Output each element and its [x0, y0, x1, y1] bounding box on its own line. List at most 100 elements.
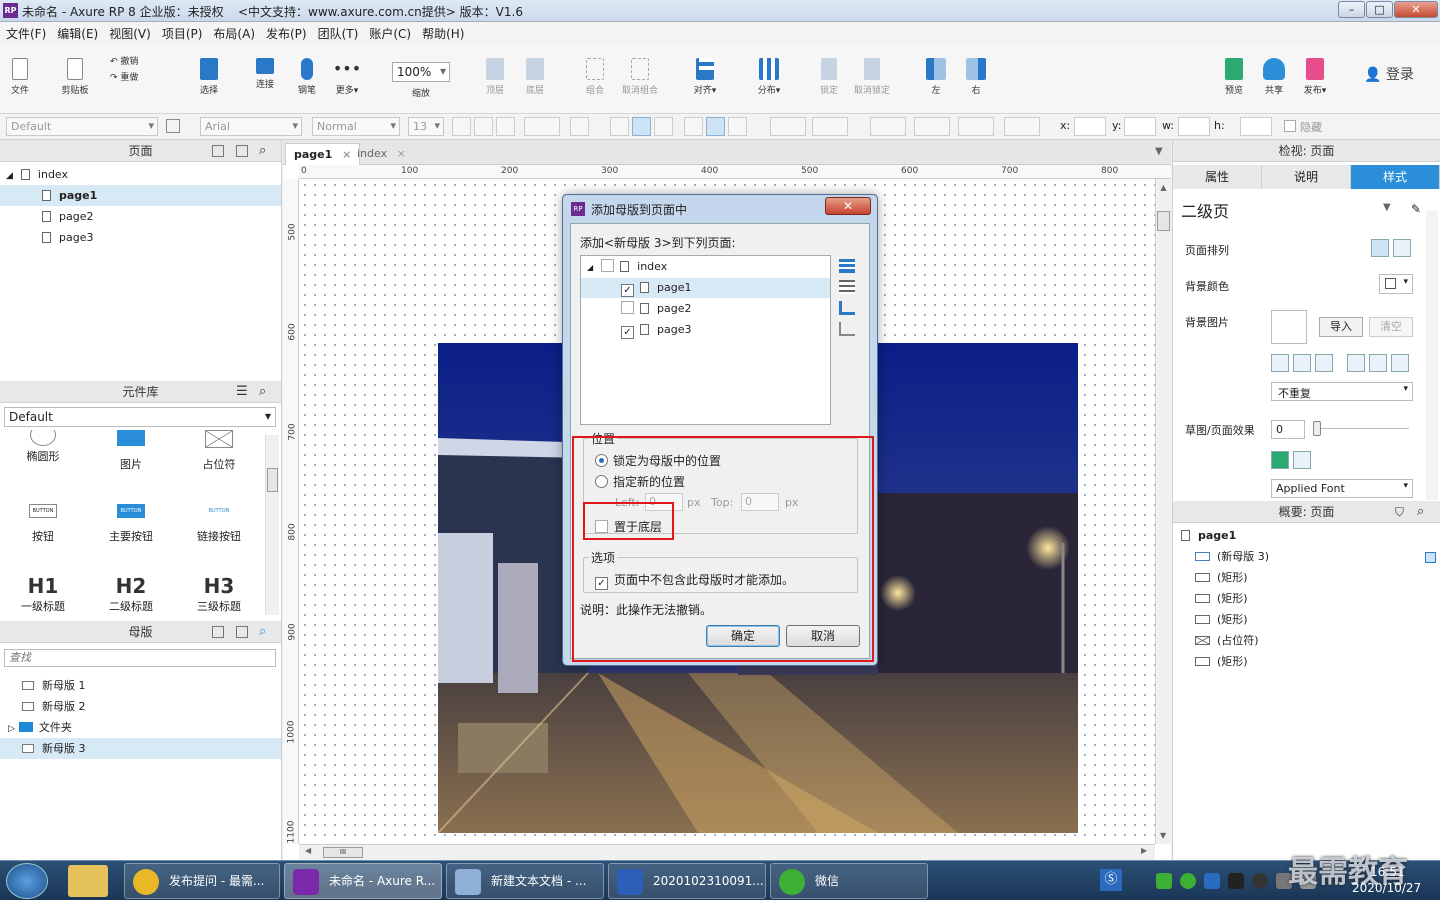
- connect-button[interactable]: 连接: [250, 58, 280, 90]
- canvas-vertical-scrollbar[interactable]: ▲ ▼: [1155, 179, 1171, 844]
- outline-item-placeholder[interactable]: (占位符): [1195, 631, 1259, 651]
- add-page-icon[interactable]: [212, 145, 224, 157]
- index-checkbox[interactable]: [601, 259, 615, 272]
- tray-wechat-icon[interactable]: [1180, 873, 1196, 889]
- align-page-center-button[interactable]: [1393, 239, 1411, 257]
- align-left-button[interactable]: [610, 117, 629, 136]
- menu-icon[interactable]: ☰: [236, 381, 248, 403]
- add-folder-icon[interactable]: [236, 145, 248, 157]
- unlock-button[interactable]: 取消锁定: [850, 58, 894, 96]
- menu-view[interactable]: 视图(V): [103, 22, 156, 42]
- weight-select[interactable]: Normal: [312, 117, 400, 136]
- tray-shield-icon[interactable]: [1204, 873, 1220, 889]
- valign-bottom-button[interactable]: [728, 117, 747, 136]
- img-align-left-button[interactable]: [1271, 354, 1289, 372]
- master-folder[interactable]: ▷ 文件夹: [0, 717, 281, 738]
- send-bottom-button[interactable]: 底层: [520, 58, 550, 96]
- share-button[interactable]: 共享: [1260, 58, 1288, 96]
- outline-item-rect[interactable]: (矩形): [1195, 568, 1248, 588]
- menu-team[interactable]: 团队(T): [312, 22, 364, 42]
- pen-button[interactable]: 钢笔: [292, 58, 322, 96]
- lock-button[interactable]: 锁定: [812, 58, 846, 96]
- search-icon[interactable]: ⌕: [259, 140, 266, 162]
- underline-button[interactable]: [496, 117, 515, 136]
- search-icon[interactable]: ⌕: [259, 621, 266, 643]
- task-wechat[interactable]: 微信: [770, 863, 928, 899]
- page3-checkbox[interactable]: ✓: [621, 326, 634, 339]
- page-tree-item-index[interactable]: ◢ index: [0, 164, 281, 185]
- undo-button[interactable]: ↶ 撤销: [110, 54, 138, 67]
- sketch-input[interactable]: 0: [1271, 420, 1305, 439]
- align-page-left-button[interactable]: [1371, 239, 1389, 257]
- login-button[interactable]: 👤 登录: [1364, 64, 1414, 84]
- widget-image[interactable]: 图片: [91, 430, 171, 472]
- w-input[interactable]: [1178, 117, 1210, 136]
- left-panel-toggle[interactable]: 左: [922, 58, 950, 96]
- tray-nvidia-icon[interactable]: [1228, 873, 1244, 889]
- scroll-thumb[interactable]: [1157, 211, 1170, 231]
- close-tab-icon[interactable]: ×: [397, 147, 406, 160]
- redo-button[interactable]: ↷ 重做: [110, 70, 138, 83]
- outline-item-rect[interactable]: (矩形): [1195, 652, 1248, 672]
- check-children-icon[interactable]: [839, 301, 855, 315]
- tabs-menu-icon[interactable]: ▼: [1155, 146, 1163, 157]
- clear-button[interactable]: 清空: [1369, 317, 1413, 337]
- ime-icon[interactable]: Ⓢ: [1100, 869, 1122, 891]
- master-search-input[interactable]: [4, 649, 276, 667]
- widget-h3[interactable]: H3 三级标题: [179, 574, 259, 614]
- close-button[interactable]: ✕: [1394, 1, 1438, 18]
- scroll-thumb[interactable]: [267, 468, 278, 492]
- valign-middle-button[interactable]: [706, 117, 725, 136]
- search-icon[interactable]: ⌕: [1417, 501, 1424, 523]
- y-input[interactable]: [1124, 117, 1156, 136]
- uncheck-all-icon[interactable]: [839, 280, 855, 294]
- menu-publish[interactable]: 发布(P): [260, 22, 312, 42]
- task-axure[interactable]: 未命名 - Axure R...: [284, 863, 442, 899]
- expand-arrow-icon[interactable]: ◢: [587, 263, 593, 272]
- bring-top-button[interactable]: 顶层: [480, 58, 510, 96]
- tab-style[interactable]: 样式: [1351, 165, 1440, 189]
- filter-icon[interactable]: ⛉: [1395, 501, 1404, 523]
- widget-placeholder[interactable]: 占位符: [179, 430, 259, 472]
- widget-link-button[interactable]: BUTTON 链接按钮: [179, 504, 259, 544]
- shadow-button[interactable]: [812, 117, 848, 136]
- menu-project[interactable]: 项目(P): [156, 22, 208, 42]
- size-select[interactable]: 13: [408, 117, 444, 136]
- menu-arrange[interactable]: 布局(A): [207, 22, 260, 42]
- library-select[interactable]: Default ▾: [4, 407, 276, 427]
- menu-file[interactable]: 文件(F): [0, 22, 51, 42]
- outline-item-rect[interactable]: (矩形): [1195, 589, 1248, 609]
- tray-app-icon[interactable]: [1156, 873, 1172, 889]
- check-item-index[interactable]: ◢ index: [581, 257, 830, 277]
- widget-h2[interactable]: H2 二级标题: [91, 574, 171, 614]
- sketch-slider[interactable]: [1313, 428, 1409, 429]
- inspector-scrollbar[interactable]: [1426, 210, 1438, 500]
- check-all-icon[interactable]: [839, 259, 855, 273]
- publish-button[interactable]: 发布▾: [1298, 58, 1332, 96]
- task-chrome[interactable]: 发布提问 - 最需...: [124, 863, 280, 899]
- img-align-center-button[interactable]: [1293, 354, 1311, 372]
- img-align-middle-button[interactable]: [1369, 354, 1387, 372]
- bg-color-picker[interactable]: ▾: [1379, 274, 1413, 294]
- font-select[interactable]: Arial: [200, 117, 302, 136]
- check-item-page3[interactable]: ✓ page3: [581, 320, 830, 340]
- arrow-style-button[interactable]: [1004, 117, 1040, 136]
- dialog-close-button[interactable]: ✕: [825, 197, 871, 215]
- expand-arrow-icon[interactable]: ◢: [6, 171, 13, 181]
- menu-help[interactable]: 帮助(H): [416, 22, 469, 42]
- preview-button[interactable]: 预览: [1220, 58, 1248, 96]
- task-notepad[interactable]: 新建文本文档 - ...: [446, 863, 604, 899]
- line-color-button[interactable]: [870, 117, 906, 136]
- valign-top-button[interactable]: [684, 117, 703, 136]
- hide-checkbox[interactable]: [1284, 120, 1296, 132]
- list-button[interactable]: [570, 117, 589, 136]
- add-master-icon[interactable]: [212, 626, 224, 638]
- h-input[interactable]: [1240, 117, 1272, 136]
- widget-button[interactable]: BUTTON 按钮: [3, 504, 83, 544]
- img-align-top-button[interactable]: [1347, 354, 1365, 372]
- canvas-horizontal-scrollbar[interactable]: ◀ III ▶: [299, 844, 1155, 860]
- line-style-button[interactable]: [958, 117, 994, 136]
- repeat-select[interactable]: 不重复 ▾: [1271, 382, 1413, 401]
- applied-font-select[interactable]: Applied Font ▾: [1271, 479, 1413, 498]
- start-button[interactable]: [6, 863, 48, 899]
